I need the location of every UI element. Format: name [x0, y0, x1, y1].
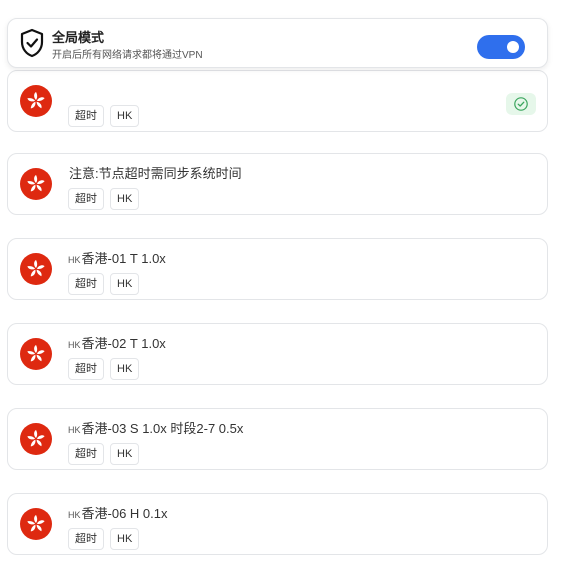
tag-timeout: 超时 — [68, 273, 104, 295]
node-name-text: 香港-01 T 1.0x — [81, 251, 166, 266]
tag-timeout: 超时 — [68, 105, 104, 127]
selected-check-badge — [506, 93, 536, 115]
node-name: HK香港-02 T 1.0x — [68, 333, 166, 352]
node-card[interactable]: 超时 HK — [7, 70, 548, 132]
node-name: HK香港-01 T 1.0x — [68, 248, 166, 267]
node-tags: 超时 HK — [68, 358, 140, 380]
tag-region: HK — [110, 358, 140, 380]
region-code: HK — [68, 255, 81, 265]
global-mode-title: 全局模式 — [52, 30, 105, 45]
node-card[interactable]: HK香港-03 S 1.0x 时段2-7 0.5x 超时 HK — [7, 408, 548, 470]
toggle-knob — [507, 41, 519, 53]
node-name-text: 香港-03 S 1.0x 时段2-7 0.5x — [81, 421, 244, 436]
global-mode-card: 全局模式 开启后所有网络请求都将通过VPN — [7, 18, 548, 68]
tag-timeout: 超时 — [68, 443, 104, 465]
region-code: HK — [68, 425, 81, 435]
global-mode-subtitle: 开启后所有网络请求都将通过VPN — [52, 50, 203, 61]
tag-region: HK — [110, 443, 140, 465]
tag-region: HK — [110, 188, 140, 210]
hong-kong-flag-icon — [20, 338, 52, 370]
check-circle-icon — [514, 97, 528, 111]
global-mode-toggle[interactable] — [477, 35, 525, 59]
node-name-text: 香港-06 H 0.1x — [81, 506, 168, 521]
tag-timeout: 超时 — [68, 358, 104, 380]
hong-kong-flag-icon — [20, 85, 52, 117]
node-tags: 超时 HK — [68, 273, 140, 295]
tag-region: HK — [110, 105, 140, 127]
tag-region: HK — [110, 273, 140, 295]
region-code: HK — [68, 510, 81, 520]
hong-kong-flag-icon — [20, 508, 52, 540]
hong-kong-flag-icon — [20, 423, 52, 455]
node-tags: 超时 HK — [68, 528, 140, 550]
hong-kong-flag-icon — [20, 253, 52, 285]
node-name: HK香港-06 H 0.1x — [68, 503, 168, 522]
tag-timeout: 超时 — [68, 528, 104, 550]
node-card[interactable]: 注意:节点超时需同步系统时间 超时 HK — [7, 153, 548, 215]
tag-region: HK — [110, 528, 140, 550]
shield-icon — [19, 28, 45, 63]
tag-timeout: 超时 — [68, 188, 104, 210]
node-tags: 超时 HK — [68, 105, 140, 127]
node-name-text: 香港-02 T 1.0x — [81, 336, 166, 351]
region-code: HK — [68, 340, 81, 350]
node-tags: 超时 HK — [68, 443, 140, 465]
node-tags: 超时 HK — [68, 188, 140, 210]
node-name: 注意:节点超时需同步系统时间 — [68, 163, 242, 182]
node-card[interactable]: HK香港-06 H 0.1x 超时 HK — [7, 493, 548, 555]
node-card[interactable]: HK香港-01 T 1.0x 超时 HK — [7, 238, 548, 300]
node-card[interactable]: HK香港-02 T 1.0x 超时 HK — [7, 323, 548, 385]
hong-kong-flag-icon — [20, 168, 52, 200]
node-name: HK香港-03 S 1.0x 时段2-7 0.5x — [68, 418, 243, 437]
node-name-text: 注意:节点超时需同步系统时间 — [69, 166, 242, 181]
